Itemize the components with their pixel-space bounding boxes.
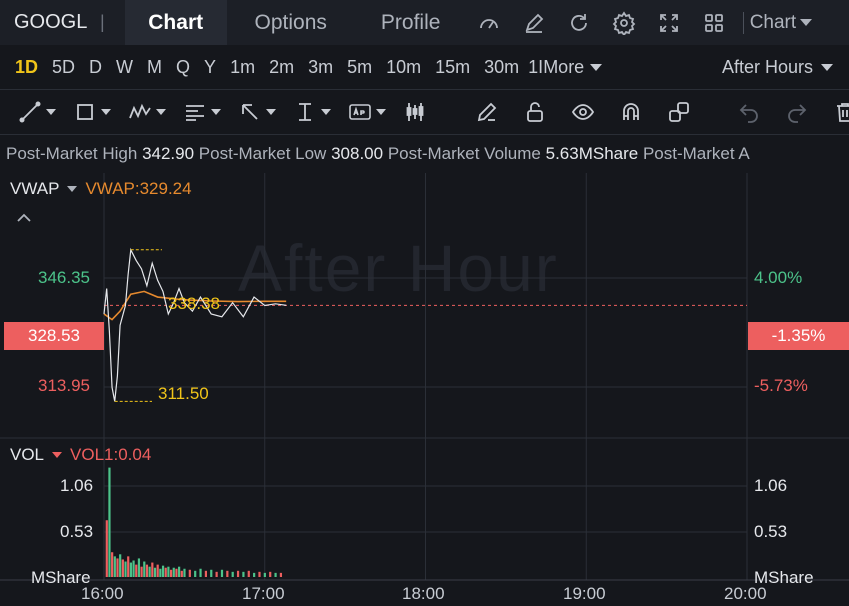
volume-bar bbox=[121, 559, 124, 577]
session-low-annotation: 311.50 bbox=[158, 384, 209, 403]
volume-bar bbox=[132, 560, 135, 577]
volume-bar bbox=[164, 567, 167, 577]
volume-bar bbox=[269, 571, 272, 577]
x-tick-label: 17:00 bbox=[242, 584, 285, 603]
volume-bar bbox=[175, 568, 178, 577]
x-tick-label: 16:00 bbox=[81, 584, 124, 603]
volume-bar bbox=[253, 572, 256, 577]
volume-bar bbox=[204, 570, 208, 577]
price-chart[interactable] bbox=[0, 0, 849, 606]
volume-bar bbox=[143, 561, 146, 577]
volume-bar bbox=[258, 571, 261, 577]
x-tick-label: 18:00 bbox=[402, 584, 445, 603]
volume-bar bbox=[226, 570, 229, 577]
volume-bar bbox=[167, 566, 170, 577]
price-axis-high: 346.35 bbox=[38, 268, 90, 287]
vol-axis-left-mid: 0.53 bbox=[60, 522, 94, 541]
volume-bar bbox=[124, 561, 127, 577]
volume-bar bbox=[231, 571, 234, 577]
volume-bar bbox=[180, 570, 183, 577]
current-price-badge: 328.53 bbox=[4, 322, 104, 350]
vol-axis-right-mid: 0.53 bbox=[754, 522, 788, 541]
volume-bar bbox=[215, 571, 218, 577]
price-line bbox=[103, 247, 287, 402]
volume-bar bbox=[135, 564, 138, 577]
volume-bar bbox=[127, 556, 130, 577]
volume-bar bbox=[188, 569, 191, 577]
session-high-annotation: 338.38 bbox=[168, 294, 220, 313]
volume-bar bbox=[111, 552, 114, 577]
volume-bar bbox=[247, 570, 250, 577]
volume-bar bbox=[137, 558, 141, 577]
vol-axis-left-high: 1.06 bbox=[60, 476, 94, 495]
volume-bar bbox=[105, 520, 108, 577]
x-tick-label: 20:00 bbox=[724, 584, 767, 603]
pct-axis-high: 4.00% bbox=[754, 268, 803, 287]
volume-bar bbox=[161, 565, 165, 577]
volume-bar bbox=[220, 569, 224, 577]
volume-bar bbox=[116, 558, 119, 577]
volume-bar bbox=[156, 564, 159, 577]
volume-bar bbox=[263, 572, 266, 577]
volume-bar bbox=[145, 564, 149, 577]
volume-bar bbox=[169, 569, 173, 577]
volume-bar bbox=[236, 570, 240, 577]
current-pct-badge: -1.35% bbox=[748, 322, 849, 350]
volume-bar bbox=[151, 562, 154, 577]
chevron-up-icon[interactable] bbox=[16, 211, 32, 223]
volume-bar bbox=[199, 568, 202, 577]
volume-bar bbox=[140, 566, 143, 577]
volume-bar bbox=[159, 568, 162, 577]
vol-indicator-name: VOL bbox=[10, 445, 45, 464]
volume-bar bbox=[194, 570, 197, 577]
volume-bar bbox=[148, 566, 151, 577]
volume-bar bbox=[129, 562, 132, 577]
volume-bar bbox=[178, 566, 181, 577]
chevron-down-icon bbox=[52, 452, 63, 458]
vwap-indicator-name: VWAP bbox=[10, 179, 60, 198]
vol-indicator-value: VOL1:0.04 bbox=[70, 445, 152, 464]
vwap-indicator-header[interactable]: VWAP VWAP:329.24 bbox=[10, 179, 192, 199]
volume-bar bbox=[113, 556, 116, 577]
volume-bar bbox=[172, 567, 175, 577]
vwap-indicator-value: VWAP:329.24 bbox=[85, 179, 192, 198]
x-tick-label: 19:00 bbox=[563, 584, 606, 603]
pct-axis-low: -5.73% bbox=[754, 376, 808, 395]
volume-bar bbox=[119, 554, 122, 577]
volume-bar bbox=[274, 572, 277, 577]
chevron-down-icon bbox=[67, 186, 78, 192]
volume-bar bbox=[183, 568, 186, 577]
volume-bar bbox=[108, 467, 111, 577]
volume-bar bbox=[242, 571, 245, 577]
volume-bar bbox=[153, 567, 157, 577]
price-axis-low: 313.95 bbox=[38, 376, 90, 395]
vol-indicator-header[interactable]: VOL VOL1:0.04 bbox=[10, 445, 151, 465]
vol-axis-right-high: 1.06 bbox=[754, 476, 788, 495]
volume-bar bbox=[210, 569, 213, 577]
volume-bar bbox=[279, 572, 283, 577]
